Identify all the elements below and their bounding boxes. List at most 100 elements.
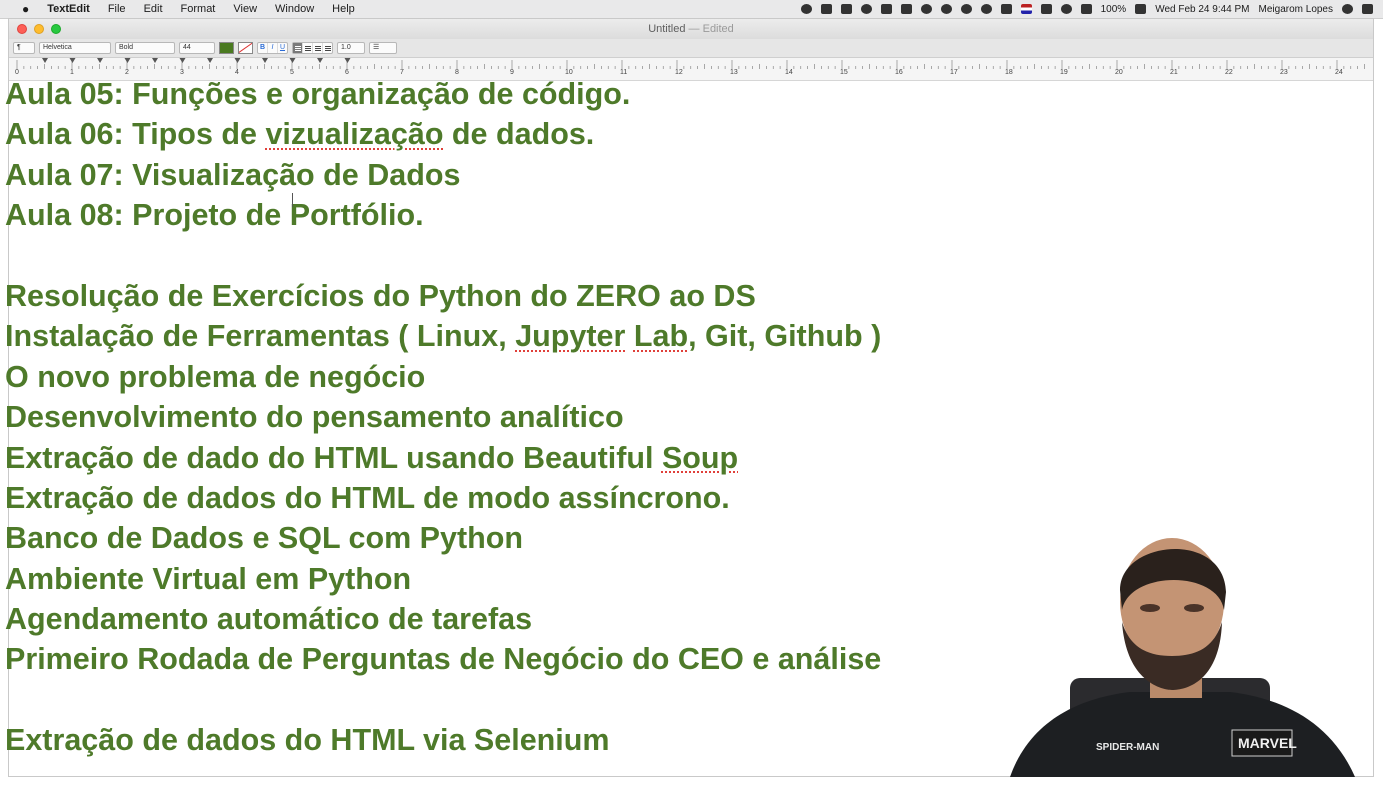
- notification-center-icon[interactable]: [1362, 4, 1373, 14]
- paragraph-style-select[interactable]: ¶: [13, 42, 35, 54]
- status-app-icon[interactable]: [900, 4, 912, 14]
- menubar-user[interactable]: Meigarom Lopes: [1259, 4, 1333, 15]
- text-run: [625, 319, 633, 353]
- menu-format[interactable]: Format: [181, 3, 216, 15]
- menu-edit[interactable]: Edit: [144, 3, 163, 15]
- document-line: Aula 06: Tipos de vizualização de dados.: [5, 114, 881, 154]
- presenter-silhouette: [1010, 538, 1355, 777]
- document-line: Aula 05: Funções e organização de código…: [5, 77, 631, 111]
- highlight-color-well[interactable]: [238, 42, 253, 54]
- bluetooth-icon[interactable]: [1040, 4, 1052, 14]
- menu-help[interactable]: Help: [332, 3, 355, 15]
- status-app-icon[interactable]: [860, 4, 872, 14]
- text-run: Aula 06: Tipos de: [5, 117, 266, 152]
- time-machine-icon[interactable]: [960, 4, 972, 14]
- tab-stop-marker[interactable]: [317, 58, 323, 63]
- status-area: 100% Wed Feb 24 9:44 PM Meigarom Lopes: [800, 0, 1373, 18]
- tab-stop-marker[interactable]: [152, 58, 158, 63]
- ruler-label: 24: [1335, 69, 1343, 76]
- misspelled-word: Lab: [633, 319, 689, 354]
- ruler-label: 22: [1225, 69, 1233, 76]
- italic-button[interactable]: I: [268, 43, 278, 53]
- edited-status: — Edited: [688, 23, 734, 35]
- align-center-icon[interactable]: [303, 43, 313, 53]
- format-toolbar: ¶ Helvetica Bold 44 B I U 1.0 ☰: [9, 39, 1373, 58]
- text-run: Extração de dado do HTML usando Beautifu…: [5, 440, 662, 475]
- ruler-label: 23: [1280, 69, 1288, 76]
- spotlight-search-icon[interactable]: [1342, 4, 1353, 14]
- tab-stop-marker[interactable]: [234, 58, 241, 63]
- i-beam-cursor: [292, 193, 293, 207]
- tab-stop-marker[interactable]: [69, 58, 76, 63]
- text-run: de dados.: [443, 117, 595, 152]
- document-line: Extração de dados do HTML via Selenium: [5, 723, 610, 758]
- tab-stop-marker[interactable]: [344, 58, 351, 63]
- menu-file[interactable]: File: [108, 3, 126, 15]
- tab-stop-marker[interactable]: [179, 58, 186, 63]
- title-bar[interactable]: Untitled — Edited: [9, 19, 1373, 39]
- shirt-brand-text: MARVEL: [1238, 735, 1297, 751]
- document-line: Primeiro Rodada de Perguntas de Negócio …: [5, 642, 882, 677]
- activity-icon[interactable]: [1000, 4, 1012, 14]
- shirt-title-text: SPIDER-MAN: [1096, 742, 1160, 753]
- misspelled-word: Jupyter: [515, 319, 626, 354]
- document-line: Ambiente Virtual em Python: [5, 561, 412, 596]
- document-line: Aula 08: Projeto de Portfólio.: [5, 198, 424, 233]
- tab-stop-marker[interactable]: [42, 58, 48, 63]
- tab-stop-marker[interactable]: [289, 58, 296, 63]
- document-line: Agendamento automático de tarefas: [5, 602, 533, 637]
- menubar-clock[interactable]: Wed Feb 24 9:44 PM: [1155, 4, 1249, 15]
- apple-menu-icon[interactable]: ●: [22, 2, 29, 16]
- font-family-select[interactable]: Helvetica: [39, 42, 111, 54]
- ruler-label: 19: [1060, 69, 1068, 76]
- align-right-icon[interactable]: [313, 43, 323, 53]
- text-color-well[interactable]: [219, 42, 234, 54]
- underline-button[interactable]: U: [278, 43, 287, 53]
- volume-icon[interactable]: [1080, 4, 1092, 14]
- ruler-label: 21: [1170, 69, 1178, 76]
- text-run: Instalação de Ferramentas ( Linux,: [5, 319, 516, 354]
- ruler-label: 16: [895, 69, 903, 76]
- text-style-buttons: B I U: [257, 42, 288, 54]
- ruler-label: 18: [1005, 69, 1013, 76]
- menu-app-name[interactable]: TextEdit: [47, 3, 90, 15]
- document-name: Untitled: [648, 23, 686, 35]
- tab-stop-marker[interactable]: [262, 58, 268, 63]
- tab-stop-marker[interactable]: [124, 58, 131, 63]
- battery-icon[interactable]: [1135, 4, 1147, 14]
- text-run: , Git, Github ): [688, 319, 882, 354]
- input-source-flag-icon[interactable]: [1020, 4, 1032, 14]
- misspelled-word: vizualização: [265, 117, 444, 152]
- align-left-icon[interactable]: [293, 43, 303, 53]
- font-size-select[interactable]: 44: [179, 42, 215, 54]
- document-line: Desenvolvimento do pensamento analítico: [5, 400, 624, 435]
- document-line: Extração de dados do HTML de modo assínc…: [5, 480, 730, 515]
- status-app-icon[interactable]: [920, 4, 932, 14]
- document-text-area[interactable]: Aula 05: Funções e organização de código…: [5, 74, 881, 761]
- menu-view[interactable]: View: [233, 3, 257, 15]
- list-style-select[interactable]: ☰: [369, 42, 397, 54]
- alignment-buttons: [292, 42, 333, 54]
- wifi-icon[interactable]: [1060, 4, 1072, 14]
- status-app-icon[interactable]: [800, 4, 812, 14]
- status-app-icon[interactable]: [880, 4, 892, 14]
- misspelled-word: Soup: [661, 440, 739, 475]
- menu-bar: ● TextEdit File Edit Format View Window …: [0, 0, 1383, 19]
- font-style-select[interactable]: Bold: [115, 42, 175, 54]
- glasses-icon[interactable]: [940, 4, 952, 14]
- bold-button[interactable]: B: [258, 43, 268, 53]
- menu-window[interactable]: Window: [275, 3, 314, 15]
- tab-stop-marker[interactable]: [97, 58, 103, 63]
- status-app-icon[interactable]: [980, 4, 992, 14]
- document-line: Resolução de Exercícios do Python do ZER…: [5, 278, 756, 313]
- align-justify-icon[interactable]: [323, 43, 332, 53]
- status-app-icon[interactable]: [820, 4, 832, 14]
- document-line: Banco de Dados e SQL com Python: [5, 521, 524, 556]
- status-app-icon[interactable]: [840, 4, 852, 14]
- tab-stop-marker[interactable]: [207, 58, 213, 63]
- document-line: Aula 07: Visualização de Dados: [5, 157, 461, 192]
- battery-percent: 100%: [1100, 3, 1127, 15]
- line-spacing-select[interactable]: 1.0: [337, 42, 365, 54]
